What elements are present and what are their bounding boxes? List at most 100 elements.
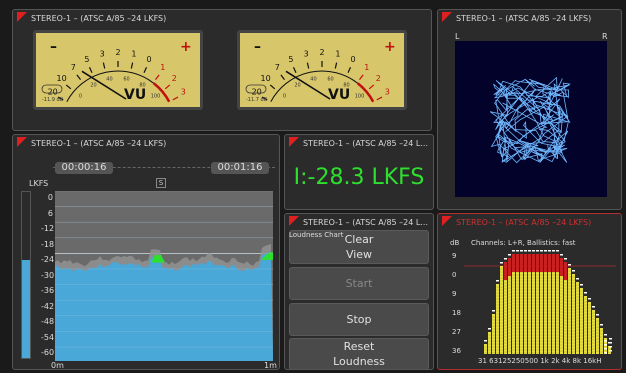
vu-unit-label: VU: [328, 87, 350, 103]
spectrum-bar: [496, 284, 499, 354]
spectrum-peak-hold: [552, 250, 555, 252]
spectrum-peak-hold: [556, 250, 559, 252]
spectrum-peak-hold: [600, 324, 603, 326]
vu-percent-label: 0: [283, 94, 286, 100]
spectrum-peak-hold: [604, 352, 607, 354]
vu-panel-title-text: STEREO-1 – (ATSC A/85 –24 LKFS): [31, 14, 167, 23]
reset-loudness-button[interactable]: Reset Loudness: [289, 338, 429, 369]
vu-scale-label: 7: [71, 63, 76, 72]
reset-loudness-label: Reset Loudness: [333, 340, 385, 368]
lissajous-left-label: L: [455, 32, 460, 41]
spectrum-peak-hold: [496, 280, 499, 282]
spectrum-bar-over: [516, 254, 519, 272]
alert-flag-icon: [17, 137, 27, 147]
time-start-chip[interactable]: 00:00:16: [55, 162, 113, 174]
vu-scale-label: 3: [304, 50, 309, 59]
spectrum-plot: [464, 248, 616, 354]
alert-flag-icon: [442, 12, 452, 22]
spectrum-peak-hold: [548, 250, 551, 252]
loudness-value-panel-title: STEREO-1 – (ATSC A/85 –24 L...: [289, 137, 429, 151]
vu-minus-sign: –: [50, 39, 57, 55]
vu-percent-label: 40: [106, 77, 112, 83]
s-marker-box[interactable]: S: [156, 178, 166, 188]
vu-scale-label: 1: [335, 50, 340, 59]
spectrum-peak-hold: [568, 264, 571, 266]
vu-scale-label: 3: [181, 87, 186, 96]
spectrum-peak-hold: [532, 250, 535, 252]
spectrum-peak-hold: [500, 262, 503, 264]
spectrum-peak-hold: [596, 314, 599, 316]
spectrum-bar: [568, 268, 571, 354]
loudness-value-panel: STEREO-1 – (ATSC A/85 –24 L... I:-28.3 L…: [284, 134, 434, 210]
vu-dial-right: 2010753 2 1012302040 6080100– +VU-11.7 dB: [240, 33, 404, 107]
vu-plus-sign: +: [180, 39, 192, 55]
vu-percent-label: 60: [123, 77, 129, 83]
spectrum-panel-title-text: STEREO-1 – (ATSC A/85 –24 LKFS): [456, 218, 592, 227]
vu-face: [36, 33, 200, 107]
vu-scale-label: 3: [100, 50, 105, 59]
stop-button[interactable]: Stop: [289, 303, 429, 336]
controls-panel-title: STEREO-1 – (ATSC A/85 –24 L...: [289, 216, 429, 230]
spectrum-panel: STEREO-1 – (ATSC A/85 –24 LKFS) dB Chann…: [437, 213, 622, 370]
loudness-chart-panel-title: STEREO-1 – (ATSC A/85 –24 LKFS): [17, 137, 275, 151]
start-label: Start: [345, 277, 373, 290]
spectrum-peak-hold: [544, 250, 547, 252]
spectrum-peak-hold: [484, 340, 487, 342]
alert-flag-icon: [289, 137, 299, 147]
spectrum-bar-over: [504, 262, 507, 280]
spectrum-peak-hold: [528, 250, 531, 252]
spectrum-db-label: dB: [450, 239, 460, 247]
vu-readout: -11.9 dB: [42, 97, 64, 103]
spectrum-peak-hold: [604, 334, 607, 336]
alert-flag-icon: [442, 216, 452, 226]
spectrum-peak-hold: [576, 278, 579, 280]
lkfs-unit-label: LKFS: [29, 179, 49, 188]
spectrum-bar-over: [552, 254, 555, 272]
vu-scale-label: 10: [57, 74, 67, 83]
spectrum-bar-over: [556, 254, 559, 272]
spectrum-peak-hold: [508, 254, 511, 256]
spectrum-bar: [500, 266, 503, 354]
spectrum-bar-over: [540, 254, 543, 272]
vu-scale-label: 2: [172, 74, 177, 83]
vu-scale-label: 20: [48, 87, 58, 96]
vu-scale-label: 2: [115, 48, 120, 57]
vu-scale-label: 5: [84, 55, 89, 64]
vu-meter-panel: STEREO-1 – (ATSC A/85 –24 LKFS) 20 10 7 5 3 2…: [12, 9, 432, 131]
loudness-y-tick: -60: [41, 348, 55, 357]
loudness-chart-overlay-label: Loudness Chart: [289, 231, 344, 239]
spectrum-bar: [600, 328, 603, 354]
vu-panel-title: STEREO-1 – (ATSC A/85 –24 LKFS): [17, 12, 427, 26]
loudness-chart-panel: STEREO-1 – (ATSC A/85 –24 LKFS) 00:00:16…: [12, 134, 280, 370]
loudness-y-tick: 0: [47, 193, 53, 202]
vu-percent-label: 40: [310, 77, 316, 83]
vu-scale-label: 1: [160, 63, 165, 72]
lissajous-display: [455, 41, 607, 197]
spectrum-bar-over: [564, 262, 567, 280]
spectrum-y-tick: 27: [452, 328, 461, 336]
spectrum-peak-hold: [540, 250, 543, 252]
spectrum-peak-hold: [512, 250, 515, 252]
spectrum-peak-hold: [536, 250, 539, 252]
vu-meter-right: 20 10 7 5 3 2 1 0 1 2 3 0 20 40 60 80 100– + VU -11.7 dB: [237, 30, 407, 110]
spectrum-bar-over: [548, 254, 551, 272]
time-end-chip[interactable]: 00:01:16: [211, 162, 269, 174]
vu-scale-label: 10: [261, 74, 271, 83]
start-button[interactable]: Start: [289, 267, 429, 300]
spectrum-bar-over: [512, 254, 515, 272]
spectrum-peak-hold: [560, 254, 563, 256]
spectrum-bar-over: [520, 254, 523, 272]
spectrum-peak-hold: [604, 340, 607, 342]
vu-unit-label: VU: [124, 87, 146, 103]
spectrum-peak-hold: [580, 284, 583, 286]
spectrum-bar: [484, 344, 487, 354]
vu-percent-label: 60: [327, 77, 333, 83]
loudness-y-tick: -36: [41, 286, 55, 295]
vu-percent-label: 20: [90, 83, 96, 89]
vu-percent-label: 100: [355, 94, 365, 100]
vu-meter-left: 20 10 7 5 3 2 1 0 1 2 3 0 20 40 60 80 100– + VU -11.9 dB: [33, 30, 203, 110]
loudness-y-tick: -24: [41, 255, 55, 264]
vu-scale-label: 20: [252, 87, 262, 96]
loudness-y-tick: -48: [41, 317, 55, 326]
spectrum-y-tick: 0: [452, 271, 457, 279]
